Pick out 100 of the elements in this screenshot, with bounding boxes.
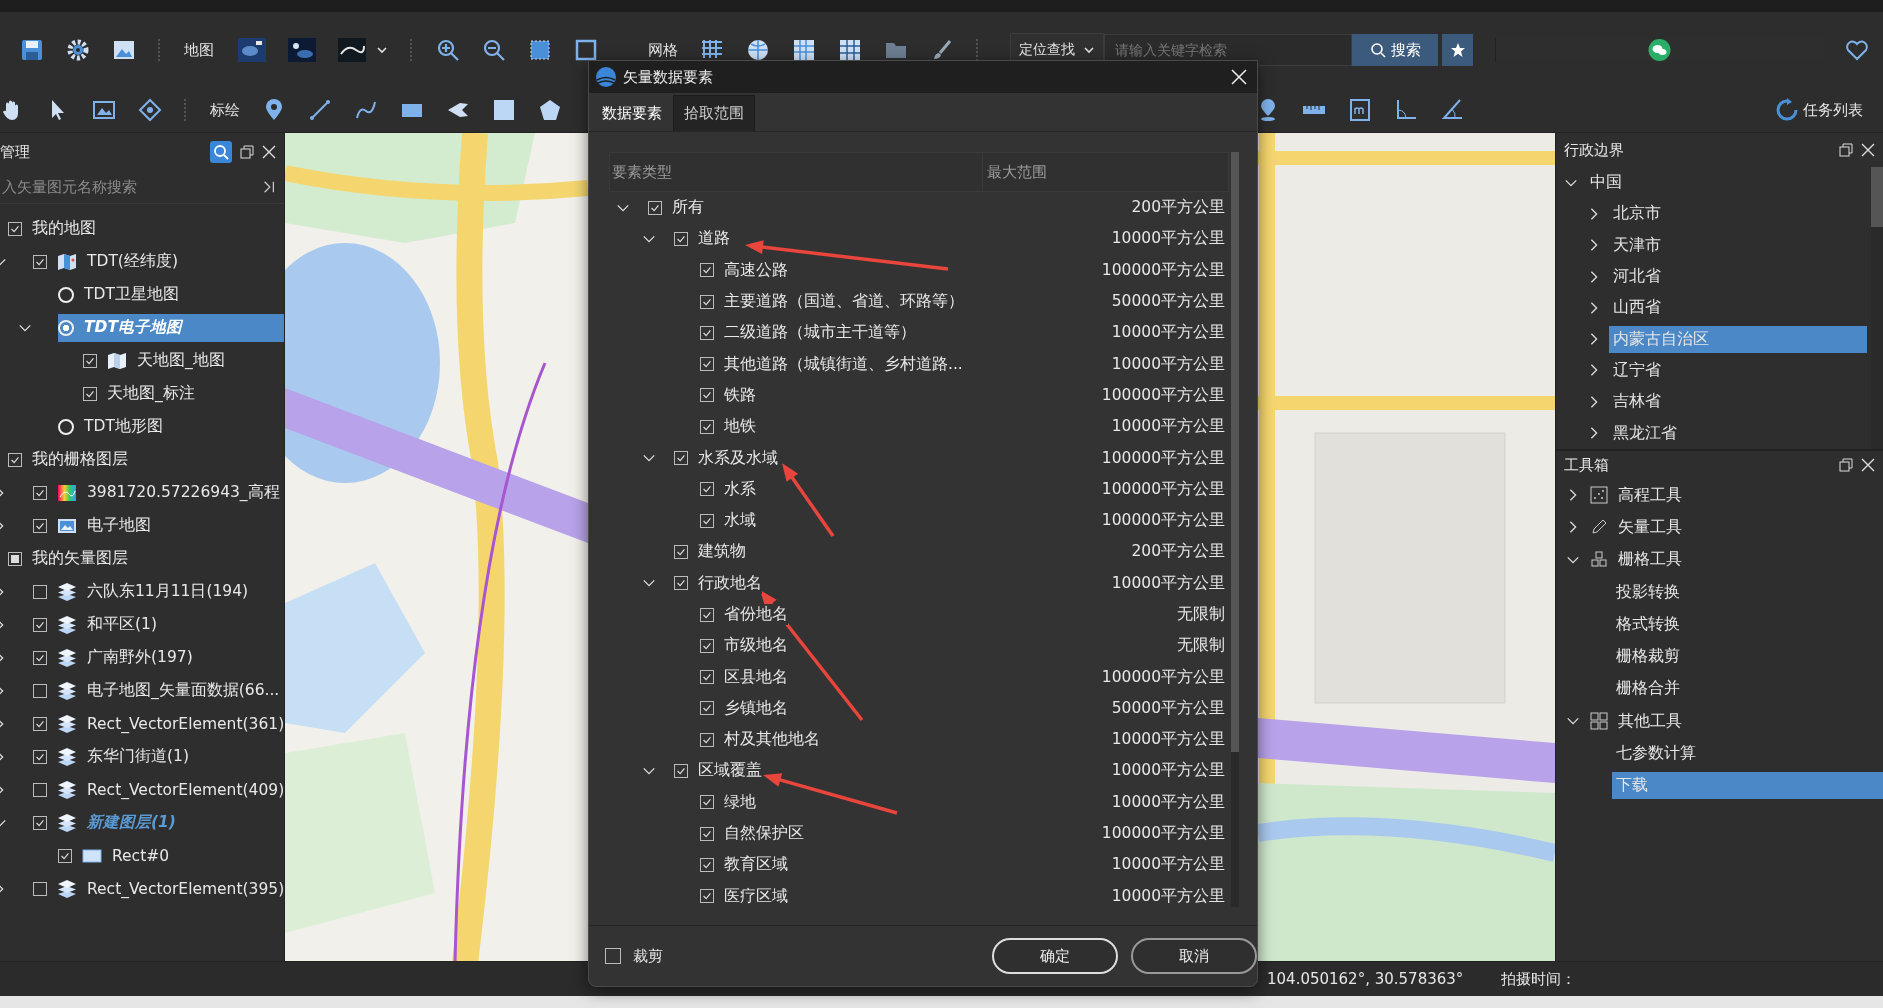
checkbox[interactable] xyxy=(33,683,47,698)
layer-name[interactable]: 新建图层(1) xyxy=(87,812,176,833)
zoom-in-icon[interactable] xyxy=(436,38,460,62)
save-icon[interactable] xyxy=(20,38,44,62)
layer-name[interactable]: 天地图_标注 xyxy=(107,383,195,404)
layer-name[interactable]: TDT卫星地图 xyxy=(84,284,179,305)
layer-name[interactable]: 东华门街道(1) xyxy=(87,746,189,767)
checkbox[interactable] xyxy=(700,638,714,653)
checkbox[interactable] xyxy=(33,749,47,764)
checkbox[interactable] xyxy=(33,584,47,599)
layer-name[interactable]: TDT电子地图 xyxy=(84,317,182,338)
selected-row[interactable]: TDT电子地图 xyxy=(58,313,284,342)
task-list-button[interactable]: 任务列表 xyxy=(1769,97,1869,123)
layer-name[interactable]: 电子地图 xyxy=(87,515,151,536)
image-select-icon[interactable] xyxy=(92,98,116,122)
checkbox[interactable] xyxy=(700,670,714,685)
favorite-button[interactable] xyxy=(1442,34,1473,66)
radio-button[interactable] xyxy=(58,286,74,303)
clip-label[interactable]: 裁剪 xyxy=(633,946,663,966)
tool-group[interactable]: 栅格工具 xyxy=(1618,549,1682,571)
layer-name[interactable]: Rect_VectorElement(395) xyxy=(87,879,284,898)
caret-icon[interactable] xyxy=(376,44,388,56)
checkbox[interactable] xyxy=(700,294,714,309)
checkbox[interactable] xyxy=(700,263,714,278)
checkbox[interactable] xyxy=(648,200,662,215)
area-icon[interactable] xyxy=(1348,98,1372,122)
grid-icon[interactable] xyxy=(838,38,862,62)
tool-item[interactable]: 栅格裁剪 xyxy=(1612,643,1883,671)
grid-label[interactable]: 网格 xyxy=(648,40,678,60)
angle-icon[interactable] xyxy=(1440,98,1464,122)
checkbox[interactable] xyxy=(83,353,97,368)
globe-icon[interactable] xyxy=(746,38,770,62)
close-icon[interactable] xyxy=(1861,143,1875,157)
layer-name[interactable]: 我的栅格图层 xyxy=(32,449,128,470)
collapse-icon[interactable] xyxy=(262,180,276,194)
region-item[interactable]: 河北省 xyxy=(1609,263,1867,291)
search-button[interactable]: 搜索 xyxy=(1352,34,1439,66)
checkbox[interactable] xyxy=(8,452,22,467)
region-item[interactable]: 中国 xyxy=(1586,169,1867,197)
checkbox[interactable] xyxy=(700,388,714,403)
checkbox[interactable] xyxy=(700,826,714,841)
layer-name[interactable]: 我的矢量图层 xyxy=(32,548,128,569)
plot-label[interactable]: 标绘 xyxy=(210,100,240,120)
close-icon[interactable] xyxy=(1861,458,1875,472)
square-icon[interactable] xyxy=(574,38,598,62)
region-item[interactable]: 黑龙江省 xyxy=(1609,419,1867,447)
grid-icon[interactable] xyxy=(792,38,816,62)
tool-item[interactable]: 投影转换 xyxy=(1612,578,1883,606)
checkbox[interactable] xyxy=(674,451,688,465)
region-item[interactable]: 山西省 xyxy=(1609,294,1867,322)
search-field[interactable]: 入矢量图元名称搜索 xyxy=(0,178,262,196)
region-item[interactable]: 辽宁省 xyxy=(1609,356,1867,384)
tool-group[interactable]: 矢量工具 xyxy=(1618,516,1682,538)
confirm-button[interactable]: 确定 xyxy=(992,938,1118,974)
layer-name[interactable]: 我的地图 xyxy=(32,218,96,239)
restore-icon[interactable] xyxy=(240,145,254,159)
checkbox[interactable] xyxy=(33,485,47,500)
checkbox[interactable] xyxy=(33,716,47,731)
region-item[interactable]: 北京市 xyxy=(1609,200,1867,228)
checkbox[interactable] xyxy=(33,815,47,830)
checkbox[interactable] xyxy=(674,231,688,246)
layer-name[interactable]: 六队东11月11日(194) xyxy=(87,581,249,602)
image-icon[interactable] xyxy=(112,38,136,62)
dotted-square-icon[interactable] xyxy=(528,38,552,62)
checkbox[interactable] xyxy=(674,544,688,559)
layer-name[interactable]: 3981720.57226943_高程 xyxy=(87,482,280,503)
checkbox[interactable] xyxy=(700,857,714,872)
tool-item[interactable]: 栅格合并 xyxy=(1612,675,1883,703)
diamond-icon[interactable] xyxy=(138,98,162,122)
settings-icon[interactable] xyxy=(66,38,90,62)
checkbox[interactable] xyxy=(700,513,714,528)
checkbox[interactable] xyxy=(674,764,688,778)
restore-icon[interactable] xyxy=(1839,143,1853,157)
checkbox[interactable] xyxy=(83,386,97,401)
scrollbar[interactable] xyxy=(1231,152,1239,907)
map-label[interactable]: 地图 xyxy=(184,40,214,60)
satellite-image-icon[interactable] xyxy=(238,38,266,62)
checkbox[interactable] xyxy=(700,701,714,716)
checkbox[interactable] xyxy=(58,848,72,863)
layer-name[interactable]: 广南野外(197) xyxy=(87,647,193,668)
close-icon[interactable] xyxy=(262,145,276,159)
satellite-image-icon[interactable] xyxy=(288,38,316,62)
pentagon-icon[interactable] xyxy=(538,98,562,122)
layer-name[interactable]: TDT地形图 xyxy=(84,416,163,437)
square-icon[interactable] xyxy=(492,98,516,122)
line-icon[interactable] xyxy=(308,98,332,122)
layer-name[interactable]: Rect_VectorElement(361) xyxy=(87,714,284,733)
checkbox[interactable] xyxy=(33,518,47,533)
search-button[interactable] xyxy=(210,141,232,163)
checkbox[interactable] xyxy=(674,576,688,591)
layer-name[interactable]: 天地图_地图 xyxy=(137,350,225,371)
angle-icon[interactable] xyxy=(1394,98,1418,122)
checkbox[interactable] xyxy=(33,254,47,269)
checkbox[interactable] xyxy=(33,782,47,797)
heart-icon[interactable] xyxy=(1845,38,1869,62)
checkbox[interactable] xyxy=(700,732,714,747)
zoom-out-icon[interactable] xyxy=(482,38,506,62)
tool-group[interactable]: 其他工具 xyxy=(1618,710,1682,732)
checkbox[interactable] xyxy=(33,650,47,665)
restore-icon[interactable] xyxy=(1839,458,1853,472)
